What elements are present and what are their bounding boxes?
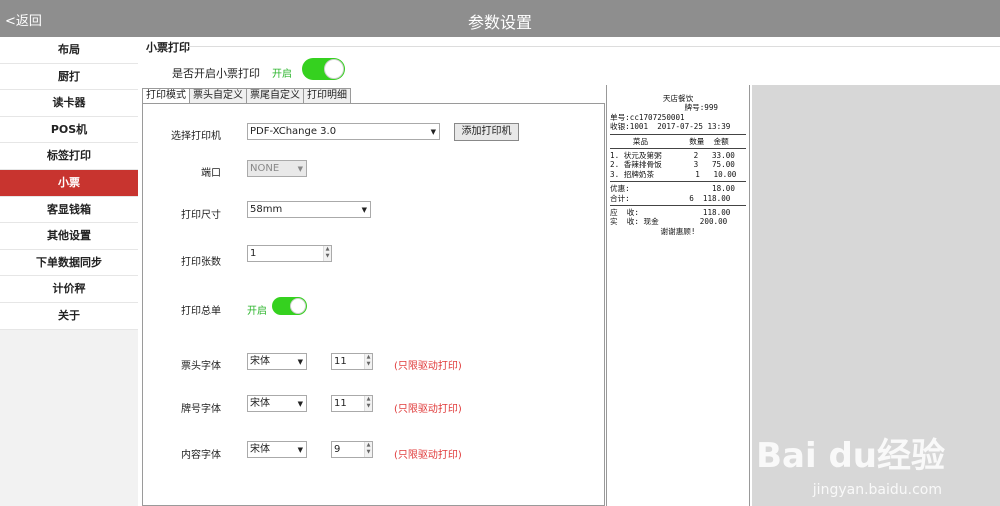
tab-header-custom[interactable]: 票头自定义 [189, 88, 247, 103]
sidebar-item-about[interactable]: 关于 [0, 302, 138, 330]
content-font-label: 内容字体 [181, 450, 221, 461]
printer-value: PDF-XChange 3.0 [250, 126, 337, 137]
number-font-size-value: 11 [334, 398, 347, 409]
main-content: 小票打印 是否开启小票打印 开启 打印模式 票头自定义 票尾自定义 打印明细 选… [138, 37, 1000, 506]
number-font-select[interactable]: 宋体 ▼ [247, 395, 307, 412]
spin-arrows-icon[interactable]: ▲ ▼ [364, 442, 372, 457]
port-value: NONE [250, 163, 280, 174]
sidebar-item-order-sync[interactable]: 下单数据同步 [0, 249, 138, 277]
watermark-url: jingyan.baidu.com [812, 482, 942, 498]
section-divider [188, 46, 1000, 47]
copies-label: 打印张数 [181, 257, 221, 268]
content-font-size-stepper[interactable]: 9 ▲ ▼ [331, 441, 373, 458]
size-value: 58mm [250, 204, 283, 215]
enable-print-toggle[interactable] [302, 58, 345, 80]
chevron-down-icon: ▼ [361, 206, 367, 214]
tab-bar: 打印模式 票头自定义 票尾自定义 打印明细 [142, 88, 351, 104]
copies-stepper[interactable]: 1 ▲ ▼ [247, 245, 332, 262]
header-font-note: (只限驱动打印) [394, 361, 462, 372]
spin-arrows-icon[interactable]: ▲ ▼ [364, 396, 372, 411]
receipt-received: 实 收: 现金 200.00 [610, 217, 728, 227]
content-font-note: (只限驱动打印) [394, 450, 462, 461]
summary-state: 开启 [247, 306, 267, 317]
receipt-shop: 天店餐饮 [662, 94, 694, 103]
receipt-col-header: 菜品 数量 金额 [610, 136, 729, 146]
summary-label: 打印总单 [181, 306, 221, 317]
chevron-down-icon: ▼ [297, 446, 303, 454]
watermark-logo: Bai du经验 [756, 436, 945, 476]
printer-select[interactable]: PDF-XChange 3.0 ▼ [247, 123, 440, 140]
enable-print-state: 开启 [272, 69, 292, 80]
content-font-select[interactable]: 宋体 ▼ [247, 441, 307, 458]
sidebar-item-display-cashbox[interactable]: 客显钱箱 [0, 196, 138, 224]
page-title: 参数设置 [467, 13, 532, 32]
receipt-divider [610, 148, 746, 150]
receipt-item: 3. 招牌奶茶 1 10.00 [610, 169, 737, 179]
receipt-order-no: 单号:cc1707250001 [610, 112, 685, 122]
print-mode-panel: 选择打印机 PDF-XChange 3.0 ▼ 添加打印机 端口 NONE ▼ … [142, 103, 605, 506]
content-font-value: 宋体 [250, 444, 270, 455]
receipt-total: 合计: 6 118.00 [610, 193, 731, 203]
tab-footer-custom[interactable]: 票尾自定义 [246, 88, 304, 103]
toggle-knob [324, 59, 344, 79]
header-font-size-value: 11 [334, 356, 347, 367]
receipt-divider [610, 133, 746, 135]
chevron-down-icon: ▼ [297, 358, 303, 366]
receipt-divider [610, 205, 746, 207]
receipt-divider [610, 181, 746, 183]
number-font-size-stepper[interactable]: 11 ▲ ▼ [331, 395, 373, 412]
summary-toggle[interactable] [272, 297, 307, 315]
sidebar-item-card-reader[interactable]: 读卡器 [0, 90, 138, 117]
number-font-note: (只限驱动打印) [394, 404, 462, 415]
title-bar: <返回 参数设置 [0, 0, 1000, 37]
spin-arrows-icon[interactable]: ▲ ▼ [364, 354, 372, 369]
sidebar-item-label-print[interactable]: 标签打印 [0, 143, 138, 170]
number-font-label: 牌号字体 [181, 404, 221, 415]
header-font-size-stepper[interactable]: 11 ▲ ▼ [331, 353, 373, 370]
receipt-discount: 优惠: 18.00 [610, 184, 735, 194]
number-font-value: 宋体 [250, 398, 270, 409]
copies-value: 1 [250, 248, 257, 259]
port-label: 端口 [201, 168, 221, 179]
chevron-down-icon: ▼ [297, 400, 303, 408]
tab-print-mode[interactable]: 打印模式 [142, 88, 190, 104]
receipt-item: 2. 香辣排骨饭 3 75.00 [610, 160, 735, 170]
sidebar: 布局 厨打 读卡器 POS机 标签打印 小票 客显钱箱 其他设置 下单数据同步 … [0, 37, 138, 506]
content-font-size-value: 9 [334, 444, 341, 455]
tab-print-detail[interactable]: 打印明细 [303, 88, 351, 103]
chevron-down-icon: ▼ [297, 165, 303, 173]
receipt-cashier-time: 收银:1001 2017-07-25 13:39 [610, 122, 731, 132]
sidebar-item-kitchen-print[interactable]: 厨打 [0, 63, 138, 91]
add-printer-button[interactable]: 添加打印机 [454, 123, 519, 141]
header-font-value: 宋体 [250, 356, 270, 367]
receipt-preview: 天店餐饮 牌号:999 单号:cc1707250001 收银:1001 2017-07… [610, 94, 746, 236]
enable-print-label: 是否开启小票打印 [172, 67, 260, 80]
sidebar-item-pos[interactable]: POS机 [0, 116, 138, 144]
sidebar-item-layout[interactable]: 布局 [0, 37, 138, 64]
preview-background: Bai du经验 jingyan.baidu.com [752, 85, 1000, 506]
printer-label: 选择打印机 [171, 131, 221, 142]
header-font-label: 票头字体 [181, 361, 221, 372]
spin-arrows-icon[interactable]: ▲ ▼ [323, 246, 331, 261]
receipt-thanks: 谢谢惠顾! [660, 226, 696, 236]
size-label: 打印尺寸 [181, 210, 221, 221]
header-font-select[interactable]: 宋体 ▼ [247, 353, 307, 370]
sidebar-item-other-settings[interactable]: 其他设置 [0, 223, 138, 250]
section-title: 小票打印 [146, 41, 190, 54]
sidebar-item-receipt[interactable]: 小票 [0, 169, 138, 197]
size-select[interactable]: 58mm ▼ [247, 201, 371, 218]
chevron-down-icon: ▼ [430, 128, 436, 136]
port-select[interactable]: NONE ▼ [247, 160, 307, 177]
sidebar-item-scale[interactable]: 计价秤 [0, 276, 138, 303]
receipt-table-no: 牌号:999 [684, 103, 718, 113]
toggle-knob [290, 298, 306, 314]
